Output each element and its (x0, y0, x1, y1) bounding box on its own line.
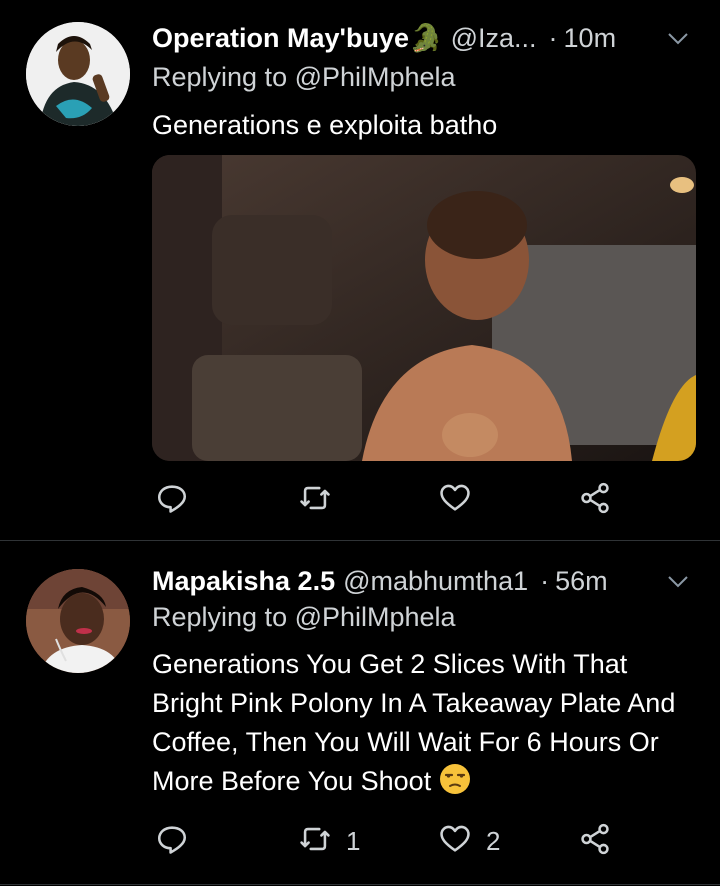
user-handle[interactable]: @Iza... (451, 23, 537, 54)
divider (0, 884, 720, 885)
like-button[interactable] (438, 480, 486, 520)
like-button[interactable]: 2 (438, 821, 500, 861)
tweet-text: Generations e exploita batho (152, 110, 498, 140)
retweet-icon (298, 822, 332, 861)
share-icon (578, 822, 612, 861)
share-button[interactable] (578, 480, 612, 520)
tweet-actions (152, 480, 622, 520)
like-count: 2 (486, 825, 501, 856)
tweet-header: Operation May'buye🐊 @Iza... · 10m (152, 20, 700, 56)
avatar[interactable] (26, 22, 130, 126)
share-button[interactable] (578, 821, 612, 861)
user-handle[interactable]: @mabhumtha1 (343, 566, 528, 597)
avatar[interactable] (26, 569, 130, 673)
reply-icon (155, 481, 189, 520)
separator-dot: · (540, 565, 550, 596)
display-name[interactable]: Operation May'buye🐊 (152, 22, 443, 54)
reply-icon (155, 822, 189, 861)
tweet-2[interactable]: Mapakisha 2.5 @mabhumtha1 · 56m Replying… (0, 541, 720, 886)
tweet-header: Mapakisha 2.5 @mabhumtha1 · 56m (152, 563, 700, 599)
replying-to[interactable]: Replying to @PhilMphela (152, 602, 456, 633)
reply-button[interactable] (155, 480, 203, 520)
retweet-count: 1 (346, 825, 361, 856)
unamused-face-emoji (439, 763, 471, 795)
chevron-down-icon[interactable] (666, 26, 690, 50)
heart-icon (438, 822, 472, 861)
share-icon (578, 481, 612, 520)
replying-to[interactable]: Replying to @PhilMphela (152, 62, 456, 93)
timestamp[interactable]: 56m (555, 566, 608, 597)
tweet-1[interactable]: Operation May'buye🐊 @Iza... · 10m Replyi… (0, 0, 720, 540)
display-name[interactable]: Mapakisha 2.5 (152, 566, 335, 597)
tweet-media-image[interactable] (152, 155, 696, 461)
retweet-button[interactable] (298, 480, 346, 520)
reply-button[interactable] (155, 821, 203, 861)
heart-icon (438, 481, 472, 520)
chevron-down-icon[interactable] (666, 569, 690, 593)
timestamp[interactable]: 10m (564, 23, 617, 54)
retweet-button[interactable]: 1 (298, 821, 360, 861)
tweet-actions: 1 2 (152, 821, 622, 861)
retweet-icon (298, 481, 332, 520)
tweet-text: Generations You Get 2 Slices With That B… (152, 645, 690, 801)
tweet-text-content: Generations You Get 2 Slices With That B… (152, 649, 676, 796)
separator-dot: · (548, 22, 558, 53)
